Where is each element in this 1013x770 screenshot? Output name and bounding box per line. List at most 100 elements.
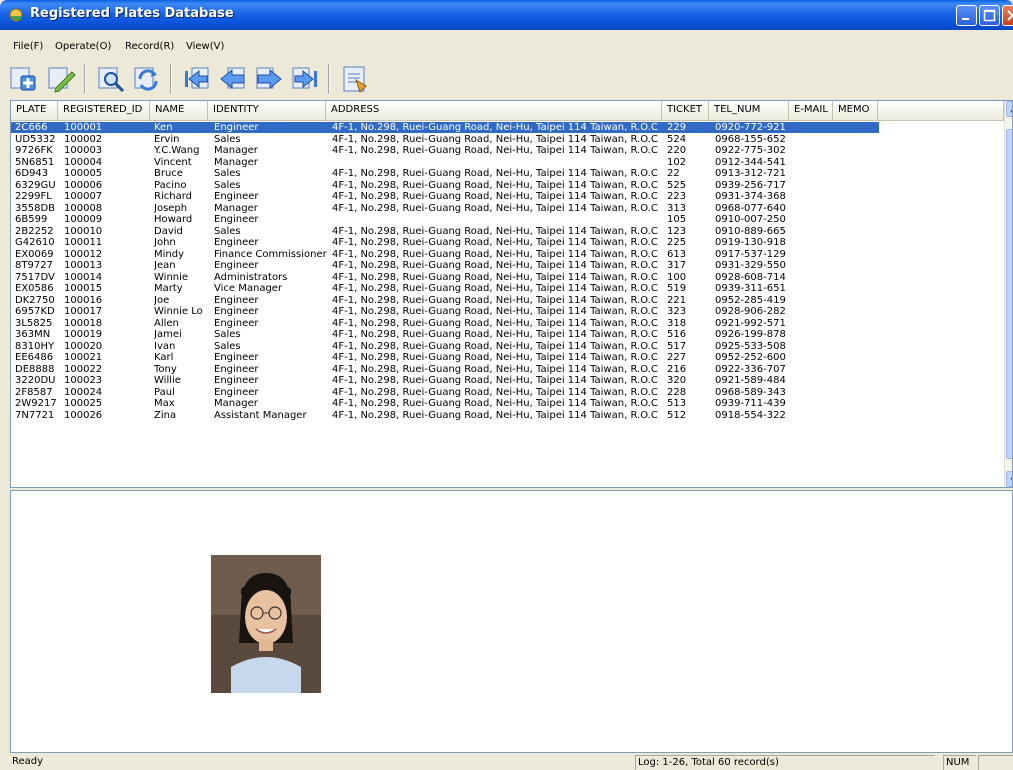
table-row[interactable]: DK2750 100016 Joe Engineer 4F-1, No.298, Rue… bbox=[11, 295, 879, 306]
status-bar: Ready Log: 1-26, Total 60 record(s) NUM bbox=[0, 754, 1013, 770]
table-row[interactable]: G42610 100011 John Engineer 4F-1, No.298, Ru… bbox=[11, 237, 879, 248]
table-row[interactable]: 3558DB 100008 Joseph Manager 4F-1, No.298, R… bbox=[11, 203, 879, 214]
minimize-icon bbox=[962, 18, 969, 20]
exit-button[interactable] bbox=[338, 62, 372, 96]
cell-tel-num: 0919-130-918 bbox=[715, 237, 786, 248]
cell-identity: Manager bbox=[214, 398, 258, 409]
cell-ticket: 216 bbox=[667, 363, 687, 375]
table-row[interactable]: UD5332 100002 Ervin Sales 4F-1, No.298, Ruei… bbox=[11, 134, 879, 145]
cell-name: Max bbox=[154, 398, 175, 409]
cell-identity: Sales bbox=[214, 225, 241, 237]
table-row[interactable]: 2C666 100001 Ken Engineer 4F-1, No.298, Ruei… bbox=[11, 122, 879, 133]
window-title: Registered Plates Database bbox=[30, 6, 234, 21]
menu-file[interactable]: File(F) bbox=[13, 41, 43, 52]
cell-ticket: 519 bbox=[667, 283, 687, 294]
cell-identity: Engineer bbox=[214, 237, 259, 248]
cell-ticket: 525 bbox=[667, 179, 687, 191]
cell-identity: Administrators bbox=[214, 271, 288, 283]
table-row[interactable]: 6329GU 100006 Pacino Sales 4F-1, No.298, Rue… bbox=[11, 180, 879, 191]
close-button[interactable] bbox=[1002, 5, 1013, 26]
next-record-button[interactable] bbox=[252, 62, 286, 96]
edit-record-button[interactable] bbox=[44, 62, 78, 96]
scroll-up-button[interactable] bbox=[1006, 101, 1012, 117]
column-header-name[interactable]: NAME bbox=[150, 101, 208, 121]
cell-ticket: 524 bbox=[667, 133, 687, 145]
scrollbar-thumb[interactable] bbox=[1006, 129, 1012, 459]
column-header-identity[interactable]: IDENTITY bbox=[208, 101, 326, 121]
title-bar[interactable]: Registered Plates Database bbox=[0, 0, 1013, 30]
cell-registered-id: 100018 bbox=[64, 317, 103, 329]
cell-tel-num: 0939-256-717 bbox=[715, 179, 786, 191]
table-row[interactable]: 3220DU 100023 Willie Engineer 4F-1, No.298, … bbox=[11, 375, 879, 386]
cell-registered-id: 100023 bbox=[64, 375, 103, 386]
table-row[interactable]: 7517DV 100014 Winnie Administrators 4F-1, No… bbox=[11, 272, 879, 283]
table-row[interactable]: EX0069 100012 Mindy Finance Commissioner 4F-… bbox=[11, 249, 879, 260]
cell-name: Willie bbox=[154, 375, 181, 386]
menu-view[interactable]: View(V) bbox=[186, 41, 224, 52]
records-list[interactable]: PLATE REGISTERED_ID NAME IDENTITY ADDRES… bbox=[10, 100, 1013, 488]
cell-identity: Sales bbox=[214, 329, 241, 340]
table-row[interactable]: EE6486 100021 Karl Engineer 4F-1, No.298, Ru… bbox=[11, 352, 879, 363]
table-row[interactable]: 3L5825 100018 Allen Engineer 4F-1, No.298, R… bbox=[11, 318, 879, 329]
cell-name: Karl bbox=[154, 352, 174, 363]
column-header-email[interactable]: E-MAIL bbox=[789, 101, 833, 121]
cell-tel-num: 0910-889-665 bbox=[715, 225, 786, 237]
table-row[interactable]: 8T9727 100013 Jean Engineer 4F-1, No.298, Ru… bbox=[11, 260, 879, 271]
refresh-button[interactable] bbox=[130, 62, 164, 96]
column-header-ticket[interactable]: TICKET bbox=[662, 101, 709, 121]
cell-name: Winnie bbox=[154, 271, 189, 283]
table-row[interactable]: 8310HY 100020 Ivan Sales 4F-1, No.298, Ruei-… bbox=[11, 341, 879, 352]
table-row[interactable]: 7N7721 100026 Zina Assistant Manager 4F-1, N… bbox=[11, 410, 879, 421]
cell-plate: 9726FK bbox=[15, 145, 53, 156]
cell-registered-id: 100014 bbox=[64, 271, 103, 283]
cell-registered-id: 100021 bbox=[64, 352, 103, 363]
first-record-icon bbox=[185, 67, 209, 89]
scroll-up-icon bbox=[1010, 109, 1012, 113]
table-row[interactable]: 6957KD 100017 Winnie Lo Engineer 4F-1, No.29… bbox=[11, 306, 879, 317]
menu-operate[interactable]: Operate(O) bbox=[55, 41, 111, 52]
cell-name: Ervin bbox=[154, 133, 180, 145]
table-row[interactable]: 363MN 100019 Jamei Sales 4F-1, No.298, Ruei-… bbox=[11, 329, 879, 340]
cell-plate: 2C666 bbox=[15, 122, 48, 133]
cell-address: 4F-1, No.298, Ruei-Guang Road, Nei-Hu, T… bbox=[332, 340, 658, 352]
previous-record-button[interactable] bbox=[216, 62, 250, 96]
minimize-button[interactable] bbox=[956, 5, 977, 26]
cell-ticket: 318 bbox=[667, 317, 687, 329]
cell-identity: Engineer bbox=[214, 306, 259, 317]
toolbar-separator bbox=[170, 64, 172, 94]
table-row[interactable]: DE8888 100022 Tony Engineer 4F-1, No.298, Ru… bbox=[11, 364, 879, 375]
cell-ticket: 22 bbox=[667, 168, 680, 179]
search-button[interactable] bbox=[94, 62, 128, 96]
column-header-memo[interactable]: MEMO bbox=[833, 101, 878, 121]
table-row[interactable]: 2299FL 100007 Richard Engineer 4F-1, No.298,… bbox=[11, 191, 879, 202]
table-row[interactable]: 6B599 100009 Howard Engineer 105 0910-007-250 bbox=[11, 214, 879, 225]
cell-registered-id: 100015 bbox=[64, 283, 103, 294]
scroll-down-button[interactable] bbox=[1006, 471, 1012, 487]
cell-identity: Sales bbox=[214, 340, 241, 352]
table-row[interactable]: 2F8587 100024 Paul Engineer 4F-1, No.298, Ru… bbox=[11, 387, 879, 398]
add-record-button[interactable] bbox=[6, 62, 40, 96]
maximize-button[interactable] bbox=[979, 5, 1000, 26]
cell-identity: Engineer bbox=[214, 122, 259, 133]
last-record-button[interactable] bbox=[288, 62, 322, 96]
cell-plate: 3220DU bbox=[15, 375, 56, 386]
table-row[interactable]: 9726FK 100003 Y.C.Wang Manager 4F-1, No.298,… bbox=[11, 145, 879, 156]
vertical-scrollbar[interactable] bbox=[1004, 101, 1012, 487]
column-header-registered-id[interactable]: REGISTERED_ID bbox=[58, 101, 150, 121]
cell-ticket: 221 bbox=[667, 294, 687, 306]
column-header-plate[interactable]: PLATE bbox=[11, 101, 58, 121]
toolbar bbox=[6, 61, 1006, 98]
first-record-button[interactable] bbox=[180, 62, 214, 96]
column-header-tel-num[interactable]: TEL_NUM bbox=[709, 101, 789, 121]
table-row[interactable]: 2W9217 100025 Max Manager 4F-1, No.298, Ruei… bbox=[11, 398, 879, 409]
toolbar-separator bbox=[84, 64, 86, 94]
column-header-address[interactable]: ADDRESS bbox=[326, 101, 662, 121]
table-row[interactable]: 2B2252 100010 David Sales 4F-1, No.298, Ruei… bbox=[11, 226, 879, 237]
cell-identity: Engineer bbox=[214, 260, 259, 271]
menu-record[interactable]: Record(R) bbox=[125, 41, 174, 52]
table-row[interactable]: 5N6851 100004 Vincent Manager 102 0912-344-54… bbox=[11, 157, 879, 168]
cell-plate: 2299FL bbox=[15, 191, 52, 202]
table-row[interactable]: EX0586 100015 Marty Vice Manager 4F-1, No.29… bbox=[11, 283, 879, 294]
table-row[interactable]: 6D943 100005 Bruce Sales 4F-1, No.298, Ruei-… bbox=[11, 168, 879, 179]
cell-name: Marty bbox=[154, 283, 183, 294]
